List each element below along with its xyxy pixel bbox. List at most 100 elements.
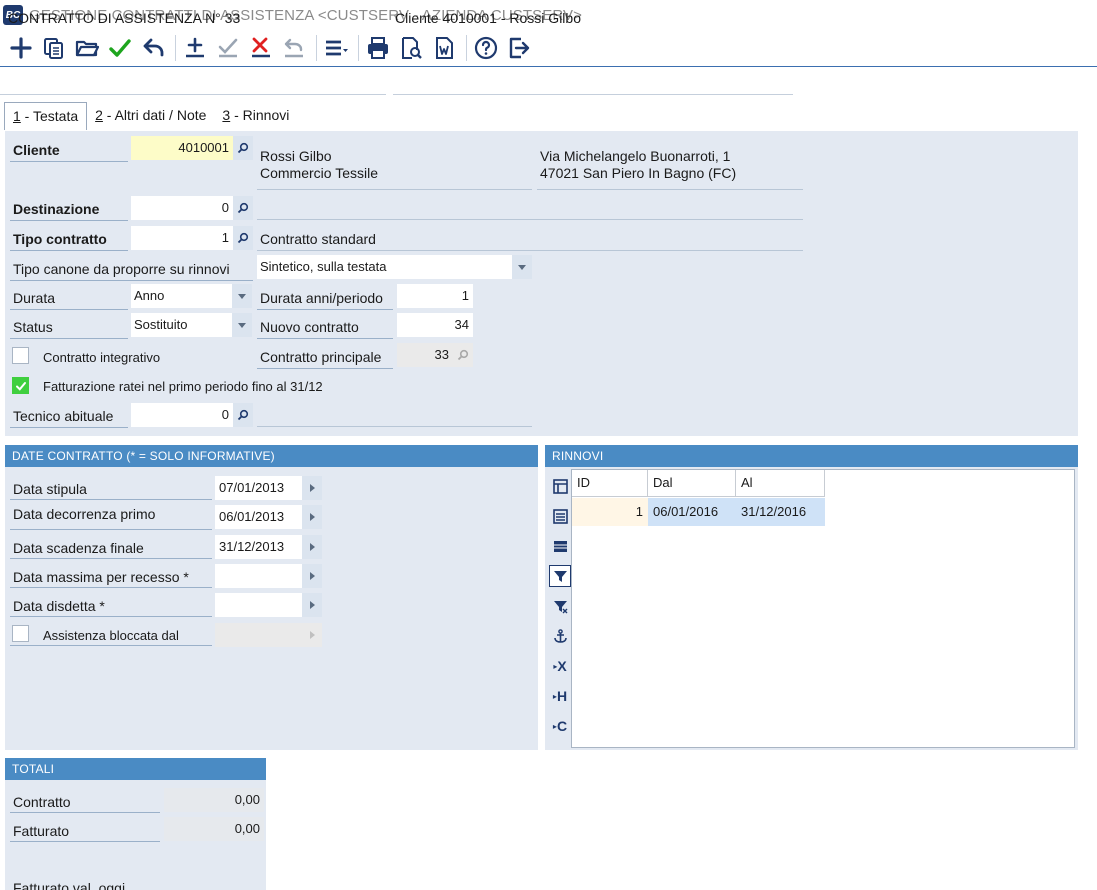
help-icon[interactable]	[471, 33, 501, 63]
divider	[257, 219, 803, 220]
data-scadenza-field[interactable]: 31/12/2013	[215, 535, 302, 559]
tipo-canone-select[interactable]: Sintetico, sulla testata	[257, 255, 513, 279]
divider	[10, 645, 212, 646]
chevron-down-icon[interactable]	[232, 284, 252, 308]
divider	[10, 812, 160, 813]
chevron-down-icon[interactable]	[232, 313, 252, 337]
status-label: Status	[13, 319, 53, 335]
fatturazione-ratei-label: Fatturazione ratei nel primo periodo fin…	[43, 379, 323, 394]
print-icon[interactable]	[363, 33, 393, 63]
search-icon[interactable]	[233, 136, 253, 160]
cliente-code-field[interactable]: 4010001	[131, 136, 233, 160]
totali-title: TOTALI	[5, 758, 266, 780]
list-icon[interactable]	[549, 505, 571, 527]
add-icon[interactable]	[6, 33, 36, 63]
table-cell-id[interactable]: 1	[572, 498, 648, 526]
nuovo-contratto-field[interactable]: 34	[397, 313, 473, 337]
data-recesso-label: Data massima per recesso *	[13, 569, 189, 585]
chevron-right-icon[interactable]	[302, 564, 322, 588]
contratto-principale-field: 33	[397, 343, 453, 367]
export-c-icon[interactable]: ▸ C	[549, 715, 571, 737]
divider	[393, 94, 793, 95]
contratto-integrativo-checkbox[interactable]	[12, 347, 29, 364]
table-icon[interactable]	[549, 535, 571, 557]
grid-settings-icon[interactable]	[549, 475, 571, 497]
export-h-icon[interactable]: ▸ H	[549, 685, 571, 707]
undo-row-icon[interactable]	[279, 33, 309, 63]
rinnovi-grid[interactable]: ID Dal Al 1 06/01/2016 31/12/2016	[571, 469, 1075, 748]
durata-anni-field[interactable]: 1	[397, 284, 473, 308]
confirm-row-icon[interactable]	[213, 33, 243, 63]
divider	[257, 338, 393, 339]
divider	[10, 616, 212, 617]
divider	[10, 529, 212, 530]
filter-icon[interactable]	[549, 595, 571, 617]
divider	[257, 189, 532, 190]
search-icon[interactable]	[233, 403, 253, 427]
print-preview-icon[interactable]	[396, 33, 426, 63]
toolbar-separator	[466, 35, 467, 61]
durata-select[interactable]: Anno	[131, 284, 233, 308]
copy-icon[interactable]	[39, 33, 69, 63]
divider	[257, 250, 803, 251]
destinazione-label: Destinazione	[13, 201, 100, 217]
divider	[10, 587, 212, 588]
date-contratto-title: DATE CONTRATTO (* = SOLO INFORMATIVE)	[5, 445, 538, 467]
tipo-contratto-field[interactable]: 1	[131, 226, 233, 250]
durata-label: Durata	[13, 290, 56, 306]
testata-panel: Cliente 4010001 Rossi Gilbo Commercio Te…	[5, 131, 1078, 436]
word-icon[interactable]	[429, 33, 459, 63]
open-folder-icon[interactable]	[72, 33, 102, 63]
divider	[10, 161, 128, 162]
table-cell-dal[interactable]: 06/01/2016	[648, 498, 736, 526]
anchor-icon[interactable]	[549, 625, 571, 647]
tab-testata[interactable]: 1 - Testata	[4, 102, 88, 130]
contratto-total-value: 0,00	[164, 788, 264, 812]
divider	[10, 220, 128, 221]
chevron-right-icon[interactable]	[302, 476, 322, 500]
destinazione-field[interactable]: 0	[131, 196, 233, 220]
totali-panel: TOTALI Contratto 0,00 Fatturato 0,00 Fat…	[5, 758, 266, 890]
column-header-id[interactable]: ID	[572, 470, 648, 497]
tecnico-abituale-label: Tecnico abituale	[13, 408, 114, 424]
exit-icon[interactable]	[504, 33, 534, 63]
chevron-down-icon[interactable]	[512, 255, 532, 279]
divider	[10, 280, 253, 281]
search-icon[interactable]	[233, 226, 253, 250]
assistenza-bloccata-checkbox[interactable]	[12, 625, 29, 642]
tipo-contratto-label: Tipo contratto	[13, 231, 107, 247]
data-scadenza-label: Data scadenza finale	[13, 540, 144, 556]
status-select[interactable]: Sostituito	[131, 313, 233, 337]
cliente-address: Via Michelangelo Buonarroti, 1	[540, 148, 731, 164]
confirm-icon[interactable]	[105, 33, 135, 63]
cliente-name: Rossi Gilbo	[260, 148, 332, 164]
chevron-right-icon[interactable]	[302, 535, 322, 559]
export-x-icon[interactable]: ▸ X	[549, 655, 571, 677]
add-row-icon[interactable]	[180, 33, 210, 63]
data-decorrenza-field[interactable]: 06/01/2013	[215, 505, 302, 529]
column-header-dal[interactable]: Dal	[648, 470, 736, 497]
divider	[0, 94, 386, 95]
cliente-city: 47021 San Piero In Bagno (FC)	[540, 165, 737, 181]
fatturazione-ratei-checkbox[interactable]	[12, 377, 29, 394]
data-disdetta-field[interactable]	[215, 593, 302, 617]
tecnico-abituale-field[interactable]: 0	[131, 403, 233, 427]
filter-active-icon[interactable]	[549, 565, 571, 587]
data-recesso-field[interactable]	[215, 564, 302, 588]
contract-title: CONTRATTO DI ASSISTENZA N° 33	[8, 10, 241, 26]
column-header-al[interactable]: Al	[736, 470, 825, 497]
divider	[10, 427, 128, 428]
chevron-right-icon[interactable]	[302, 593, 322, 617]
tab-rinnovi[interactable]: 3 - Rinnovi	[214, 102, 297, 130]
delete-row-icon[interactable]	[246, 33, 276, 63]
table-cell-al[interactable]: 31/12/2016	[736, 498, 825, 526]
tab-altri-dati[interactable]: 2 - Altri dati / Note	[87, 102, 214, 130]
tab-bar: 1 - Testata 2 - Altri dati / Note 3 - Ri…	[0, 102, 297, 130]
search-icon[interactable]	[233, 196, 253, 220]
data-stipula-field[interactable]: 07/01/2013	[215, 476, 302, 500]
contratto-principale-label: Contratto principale	[260, 349, 382, 365]
chevron-right-icon[interactable]	[302, 505, 322, 529]
divider	[257, 426, 532, 427]
menu-icon[interactable]	[321, 33, 351, 63]
undo-icon[interactable]	[138, 33, 168, 63]
